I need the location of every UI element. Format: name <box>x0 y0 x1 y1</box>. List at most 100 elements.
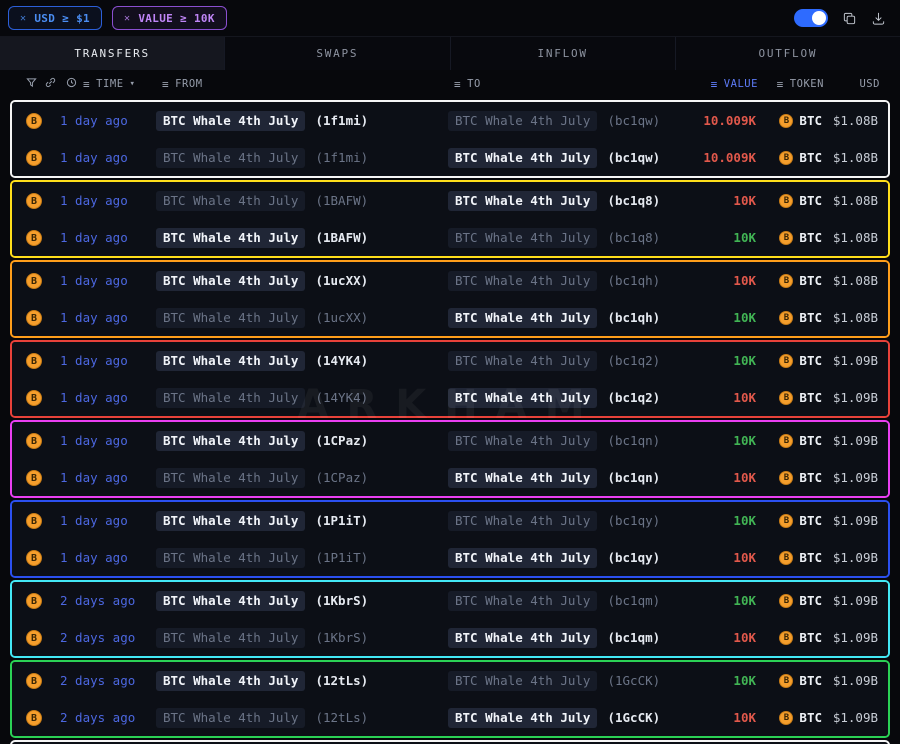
link-icon[interactable] <box>45 77 56 91</box>
transfer-row[interactable]: B 2 days ago BTC Whale 4th July (1KbrS) … <box>12 582 888 619</box>
to-entity[interactable]: BTC Whale 4th July <box>448 468 597 488</box>
transfer-row[interactable]: B 1 day ago BTC Whale 4th July (1P1iT) B… <box>12 502 888 539</box>
from-entity[interactable]: BTC Whale 4th July <box>156 548 305 568</box>
remove-filter-icon[interactable]: ✕ <box>20 13 26 24</box>
transfer-row[interactable]: B 1 day ago BTC Whale 4th July (1CPaz) B… <box>12 459 888 496</box>
from-entity[interactable]: BTC Whale 4th July <box>156 111 305 131</box>
to-entity[interactable]: BTC Whale 4th July <box>448 628 597 648</box>
toggle-switch[interactable] <box>794 9 828 27</box>
tab-swaps[interactable]: SWAPS <box>225 37 450 70</box>
from-cell: BTC Whale 4th July (1f1mi) <box>156 148 448 168</box>
value-cell: 10K <box>664 390 756 405</box>
header-value[interactable]: ≡ VALUE <box>666 78 758 91</box>
transfer-row[interactable]: B 1 day ago BTC Whale 4th July (1BAFW) B… <box>12 182 888 219</box>
transfer-row[interactable]: B 1 day ago BTC Whale 4th July (1f1mi) B… <box>12 102 888 139</box>
bitcoin-coin-icon: B <box>26 630 42 646</box>
from-entity[interactable]: BTC Whale 4th July <box>156 468 305 488</box>
filter-chip-value[interactable]: ✕ VALUE ≥ 10K <box>112 6 227 30</box>
remove-filter-icon[interactable]: ✕ <box>124 13 130 24</box>
row-time: 2 days ago <box>60 710 156 725</box>
to-entity[interactable]: BTC Whale 4th July <box>448 548 597 568</box>
filter-bar: ✕ USD ≥ $1 ✕ VALUE ≥ 10K <box>0 0 900 36</box>
from-id: (1f1mi) <box>315 113 368 128</box>
to-id: (bc1q2) <box>607 353 660 368</box>
to-entity[interactable]: BTC Whale 4th July <box>448 671 597 691</box>
from-entity[interactable]: BTC Whale 4th July <box>156 431 305 451</box>
value-cell: 10K <box>664 630 756 645</box>
usd-cell: $1.09B <box>822 630 878 645</box>
to-entity[interactable]: BTC Whale 4th July <box>448 388 597 408</box>
btc-token-coin-icon: B <box>779 514 793 528</box>
token-cell: B BTC <box>756 390 822 405</box>
from-entity[interactable]: BTC Whale 4th July <box>156 271 305 291</box>
bitcoin-coin-icon: B <box>26 150 42 166</box>
to-entity[interactable]: BTC Whale 4th July <box>448 271 597 291</box>
to-entity[interactable]: BTC Whale 4th July <box>448 148 597 168</box>
filter-chip-usd[interactable]: ✕ USD ≥ $1 <box>8 6 102 30</box>
to-entity[interactable]: BTC Whale 4th July <box>448 308 597 328</box>
header-to[interactable]: ≡ TO <box>454 78 666 91</box>
row-time: 1 day ago <box>60 193 156 208</box>
to-entity[interactable]: BTC Whale 4th July <box>448 708 597 728</box>
to-entity[interactable]: BTC Whale 4th July <box>448 228 597 248</box>
token-cell: B BTC <box>756 550 822 565</box>
bitcoin-coin-icon: B <box>26 593 42 609</box>
transfer-row[interactable]: B 1 day ago BTC Whale 4th July (14YK4) B… <box>12 379 888 416</box>
to-id: (1GcCK) <box>607 710 660 725</box>
transfer-row[interactable]: B 1 day ago BTC Whale 4th July (1CPaz) B… <box>12 422 888 459</box>
token-label: BTC <box>799 433 822 448</box>
header-token[interactable]: ≡ TOKEN <box>758 78 824 91</box>
from-entity[interactable]: BTC Whale 4th July <box>156 388 305 408</box>
transfer-row[interactable]: B 1 day ago BTC Whale 4th July (1ucXX) B… <box>12 299 888 336</box>
transfer-row[interactable]: B 2 days ago BTC Whale 4th July (1KbrS) … <box>12 619 888 656</box>
row-time: 1 day ago <box>60 310 156 325</box>
copy-icon[interactable] <box>842 11 857 26</box>
transfer-row[interactable]: B 2 days ago BTC Whale 4th July (12tLs) … <box>12 699 888 736</box>
from-entity[interactable]: BTC Whale 4th July <box>156 308 305 328</box>
token-cell: B BTC <box>756 193 822 208</box>
transfer-row[interactable]: B 1 day ago BTC Whale 4th July (14YK4) B… <box>12 342 888 379</box>
from-cell: BTC Whale 4th July (1P1iT) <box>156 548 448 568</box>
sort-icon: ≡ <box>454 78 461 91</box>
header-usd[interactable]: USD <box>824 78 880 90</box>
to-cell: BTC Whale 4th July (bc1q2) <box>448 351 664 371</box>
filter-funnel-icon[interactable] <box>26 77 37 91</box>
transfer-row[interactable]: B 1 day ago BTC Whale 4th July (1f1mi) B… <box>12 139 888 176</box>
to-entity[interactable]: BTC Whale 4th July <box>448 351 597 371</box>
from-entity[interactable]: BTC Whale 4th July <box>156 351 305 371</box>
from-entity[interactable]: BTC Whale 4th July <box>156 671 305 691</box>
usd-cell: $1.09B <box>822 513 878 528</box>
to-entity[interactable]: BTC Whale 4th July <box>448 111 597 131</box>
tab-outflow[interactable]: OUTFLOW <box>676 37 900 70</box>
tab-transfers[interactable]: TRANSFERS <box>0 37 225 70</box>
header-time[interactable]: ≡ TIME ▾ <box>66 77 162 91</box>
to-entity[interactable]: BTC Whale 4th July <box>448 431 597 451</box>
to-entity[interactable]: BTC Whale 4th July <box>448 511 597 531</box>
to-entity[interactable]: BTC Whale 4th July <box>448 191 597 211</box>
transfer-row[interactable]: B 1 day ago BTC Whale 4th July (1P1iT) B… <box>12 539 888 576</box>
transfer-pair: B 1 day ago BTC Whale 4th July (14YK4) B… <box>10 340 890 418</box>
transfer-row[interactable]: B 2 days ago BTC Whale 4th July (12tLs) … <box>12 662 888 699</box>
from-entity[interactable]: BTC Whale 4th July <box>156 148 305 168</box>
to-entity[interactable]: BTC Whale 4th July <box>448 591 597 611</box>
header-from[interactable]: ≡ FROM <box>162 78 454 91</box>
header-to-label: TO <box>467 78 481 90</box>
from-entity[interactable]: BTC Whale 4th July <box>156 511 305 531</box>
value-cell: 10K <box>664 710 756 725</box>
from-entity[interactable]: BTC Whale 4th July <box>156 191 305 211</box>
from-entity[interactable]: BTC Whale 4th July <box>156 228 305 248</box>
usd-cell: $1.09B <box>822 593 878 608</box>
transfer-row[interactable]: B 1 day ago BTC Whale 4th July (1ucXX) B… <box>12 262 888 299</box>
row-time: 1 day ago <box>60 353 156 368</box>
from-entity[interactable]: BTC Whale 4th July <box>156 708 305 728</box>
transfer-row[interactable]: B 1 day ago BTC Whale 4th July (1BAFW) B… <box>12 219 888 256</box>
usd-cell: $1.09B <box>822 673 878 688</box>
from-entity[interactable]: BTC Whale 4th July <box>156 591 305 611</box>
clock-icon <box>66 77 77 91</box>
from-entity[interactable]: BTC Whale 4th July <box>156 628 305 648</box>
to-cell: BTC Whale 4th July (bc1qy) <box>448 511 664 531</box>
tab-inflow[interactable]: INFLOW <box>451 37 676 70</box>
download-icon[interactable] <box>871 11 886 26</box>
header-icons <box>26 77 66 91</box>
row-asset-cell: B <box>26 352 60 370</box>
